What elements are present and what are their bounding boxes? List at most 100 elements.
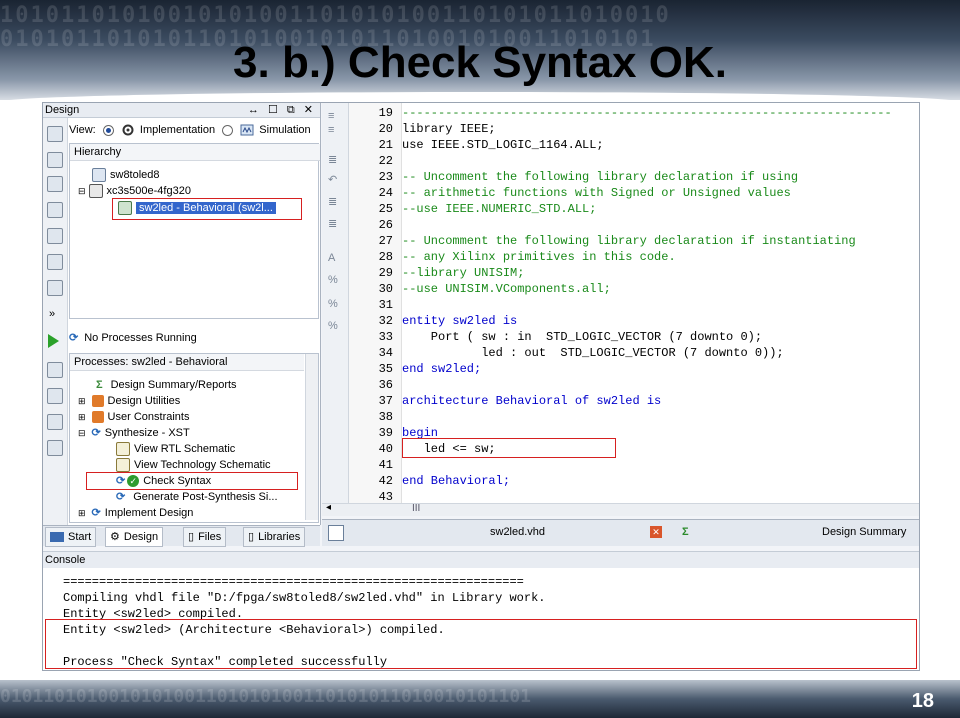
collapse-icon[interactable]: » — [49, 308, 55, 320]
toolbar-icon[interactable] — [47, 388, 63, 404]
code-line: -- Uncomment the following library decla… — [402, 234, 856, 248]
line-number: 25 — [378, 202, 393, 216]
line-number: 28 — [378, 250, 393, 264]
process-view-rtl[interactable]: View RTL Schematic — [116, 442, 235, 457]
toolbar-icon[interactable] — [47, 152, 63, 168]
tab-libraries[interactable]: ▯ Libraries — [243, 527, 306, 547]
scroll-left-icon[interactable]: ◂ — [326, 502, 331, 513]
schematic-icon — [116, 458, 130, 473]
line-number: 29 — [378, 266, 393, 280]
undo-icon[interactable]: ↶ — [328, 175, 341, 186]
toolbar-icon[interactable]: ≣ — [328, 155, 341, 166]
tree-item-project[interactable]: sw8toled8 — [92, 168, 160, 183]
implementation-option[interactable]: Implementation — [140, 124, 215, 136]
processes-scrollbar[interactable] — [305, 354, 318, 520]
line-number: 21 — [378, 138, 393, 152]
toolbar-icon[interactable]: A — [328, 253, 341, 264]
toolbar-icon[interactable]: % — [328, 275, 341, 286]
process-design-utilities[interactable]: ⊞ Design Utilities — [78, 394, 180, 408]
toolbar-icon[interactable]: ≣ — [328, 219, 341, 230]
line-number: 37 — [378, 394, 393, 408]
processes-header: Processes: sw2led - Behavioral — [70, 354, 304, 371]
design-toolbar: » — [43, 118, 68, 525]
line-number: 22 — [378, 154, 393, 168]
toolbar-icon[interactable] — [47, 280, 63, 296]
code-line: use IEEE.STD_LOGIC_1164.ALL; — [402, 138, 604, 152]
toolbar-icon[interactable]: % — [328, 321, 341, 332]
process-implement[interactable]: ⊞ ⟳ Implement Design — [78, 506, 193, 520]
code-text[interactable]: ----------------------------------------… — [402, 103, 919, 503]
refresh-icon: ⟳ — [69, 332, 79, 344]
tools-icon — [91, 395, 104, 408]
toolbar-icon[interactable] — [47, 414, 63, 430]
binary-decoration: 0101101010010101001101010100110101011010… — [0, 686, 532, 707]
line-number: 38 — [378, 410, 393, 424]
console-header: Console — [43, 551, 919, 569]
schematic-icon — [116, 442, 130, 457]
tab-design-summary[interactable]: Design Summary — [822, 523, 906, 542]
line-numbers: 19 20 21 22 23 24 25 26 27 28 29 30 31 3… — [349, 103, 402, 504]
process-post-synth[interactable]: ⟳ Generate Post-Synthesis Si... — [116, 490, 278, 504]
code-line: -- arithmetic functions with Signed or U… — [402, 186, 791, 200]
line-number: 31 — [378, 298, 393, 312]
sigma-icon: Σ — [96, 379, 103, 391]
expand-icon: ⊞ — [78, 508, 86, 518]
toolbar-icon[interactable] — [47, 440, 63, 456]
tab-files[interactable]: ▯ Files — [183, 527, 227, 547]
page-number: 18 — [911, 690, 934, 712]
view-label: View: — [69, 124, 96, 136]
panel-window-controls[interactable]: ↔ ☐ ⧉ ✕ — [248, 103, 316, 117]
process-synthesize[interactable]: ⊟ ⟳ Synthesize - XST — [78, 426, 190, 440]
expand-icon: ⊞ — [78, 412, 86, 422]
line-number: 34 — [378, 346, 393, 360]
editor-tabs: sw2led.vhd ✕ Σ Design Summary — [322, 519, 919, 546]
console-output[interactable]: ========================================… — [43, 568, 919, 670]
view-selector: View: Implementation Simulation — [69, 121, 319, 139]
libraries-icon: ▯ — [248, 531, 255, 543]
run-icon[interactable] — [48, 334, 59, 348]
toolbar-icon[interactable]: % — [328, 299, 341, 310]
toolbar-icon[interactable] — [47, 228, 63, 244]
highlight-box — [402, 438, 616, 458]
code-line: entity sw2led is — [402, 314, 518, 328]
toolbar-icon[interactable]: ≡ — [328, 111, 341, 122]
toolbar-icon[interactable]: ≣ — [328, 197, 341, 208]
scroll-thumb[interactable]: III — [412, 503, 420, 514]
close-tab-icon[interactable]: ✕ — [650, 526, 662, 538]
hierarchy-header: Hierarchy — [70, 144, 320, 161]
simulation-radio[interactable] — [222, 124, 234, 136]
editor-hscrollbar[interactable]: ◂ III — [322, 502, 919, 516]
process-user-constraints[interactable]: ⊞ User Constraints — [78, 410, 189, 424]
chip-icon — [88, 184, 103, 199]
console-line: ========================================… — [63, 575, 524, 589]
toolbar-icon[interactable] — [47, 362, 63, 378]
process-design-summary[interactable]: Σ Design Summary/Reports — [96, 378, 237, 392]
toolbar-icon[interactable]: ≡ — [328, 125, 341, 136]
toolbar-icon[interactable] — [47, 176, 63, 192]
code-line: led : out STD_LOGIC_VECTOR (7 downto 0))… — [402, 346, 784, 360]
implementation-radio[interactable] — [102, 124, 114, 136]
footer-bar: 0101101010010101001101010100110101011010… — [0, 680, 960, 718]
line-number: 40 — [378, 442, 393, 456]
slide-title: 3. b.) Check Syntax OK. — [233, 38, 727, 87]
toolbar-icon[interactable] — [47, 126, 63, 142]
line-number: 33 — [378, 330, 393, 344]
tab-start[interactable]: Start — [45, 527, 97, 547]
line-number: 32 — [378, 314, 393, 328]
code-line: --use IEEE.NUMERIC_STD.ALL; — [402, 202, 597, 216]
toolbar-icon[interactable] — [47, 254, 63, 270]
gear-icon — [121, 124, 135, 136]
code-line: --library UNISIM; — [402, 266, 525, 280]
line-number: 24 — [378, 186, 393, 200]
editor-toolbar: ≡ ≡ ≣ ↶ ≣ ≣ A % % % — [322, 103, 349, 503]
collapse-icon[interactable]: ⊟ — [78, 186, 86, 196]
files-icon: ▯ — [188, 531, 195, 543]
simulation-option[interactable]: Simulation — [259, 124, 310, 136]
tab-design[interactable]: ⚙ Design — [105, 527, 164, 547]
process-view-tech[interactable]: View Technology Schematic — [116, 458, 271, 473]
highlight-box — [112, 198, 302, 220]
tab-sw2led-vhd[interactable]: sw2led.vhd — [490, 523, 545, 542]
document-icon — [328, 525, 344, 541]
tree-item-device[interactable]: ⊟ xc3s500e-4fg320 — [78, 184, 191, 199]
toolbar-icon[interactable] — [47, 202, 63, 218]
